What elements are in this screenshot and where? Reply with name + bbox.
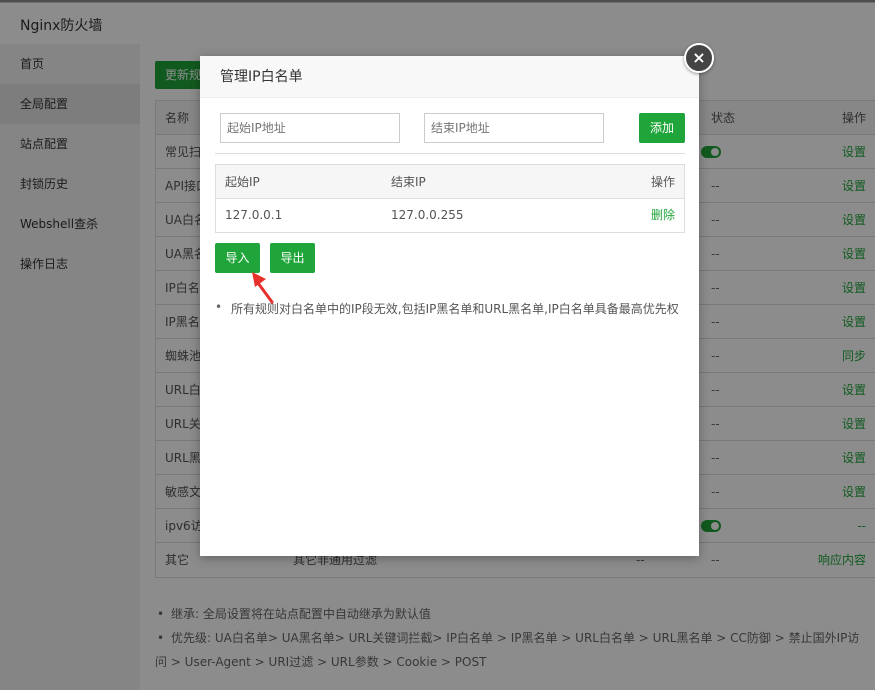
ip-whitelist-dialog: 管理IP白名单 × 添加 起始IP 结束IP 操作 127.0.0.1 127.… [200,43,714,556]
dialog-note: 所有规则对白名单中的IP段无效,包括IP黑名单和URL黑名单,IP白名单具备最高… [215,300,679,317]
divider [215,153,685,154]
dialog-title: 管理IP白名单 [200,56,699,98]
export-button[interactable]: 导出 [270,243,315,273]
table-row: 127.0.0.1 127.0.0.255 删除 [216,199,684,232]
whitelist-table-header: 起始IP 结束IP 操作 [216,165,684,199]
start-ip-cell: 127.0.0.1 [225,208,283,222]
column-header-start-ip: 起始IP [225,175,260,189]
end-ip-cell: 127.0.0.255 [391,208,464,222]
start-ip-input[interactable] [220,113,400,143]
end-ip-input[interactable] [424,113,604,143]
whitelist-table: 起始IP 结束IP 操作 127.0.0.1 127.0.0.255 删除 [215,164,685,233]
import-button[interactable]: 导入 [215,243,260,273]
column-header-end-ip: 结束IP [391,175,426,189]
delete-link[interactable]: 删除 [651,199,675,232]
column-header-op: 操作 [650,175,675,189]
close-icon[interactable]: × [684,43,714,73]
add-button[interactable]: 添加 [639,113,685,143]
